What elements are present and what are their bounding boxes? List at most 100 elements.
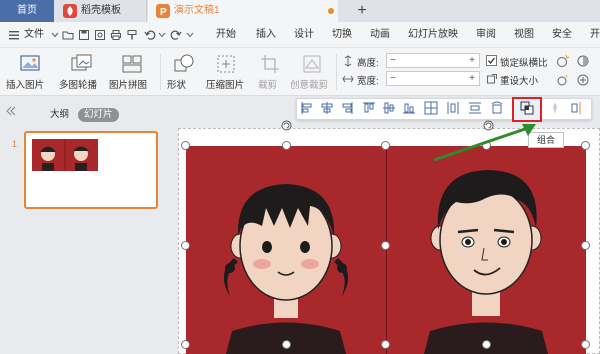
pointer-arrow-annotation [430,120,540,164]
menu-tab-start[interactable]: 开始 [216,22,236,48]
tab-document-label: 演示文稿1 [174,5,220,16]
resize-handle[interactable] [181,340,190,349]
crop-icon[interactable] [258,54,282,74]
effects-icon[interactable] [548,101,562,115]
menu-tab-animation[interactable]: 动画 [370,22,390,48]
tab-slides[interactable]: 幻灯片 [78,108,119,122]
resize-handle[interactable] [381,340,390,349]
lock-ratio-label: 锁定纵横比 [500,58,548,69]
collapse-panel-icon[interactable] [4,104,18,118]
contrast-icon[interactable] [576,73,590,87]
align-left-icon[interactable] [300,101,314,115]
menu-tab-design[interactable]: 设计 [294,22,314,48]
print-preview-icon[interactable] [94,29,106,41]
resize-handle[interactable] [581,241,590,250]
menu-tab-insert[interactable]: 插入 [256,22,276,48]
more-options-icon[interactable] [570,101,584,115]
group-icon[interactable] [520,101,534,115]
width-input[interactable]: − + [386,71,480,86]
width-label: 宽度: [357,76,379,87]
brightness-icon[interactable] [556,73,570,87]
resize-handle[interactable] [181,141,190,150]
resize-handle[interactable] [581,141,590,150]
file-menu[interactable]: 文件 [24,22,44,48]
slide-thumbnail[interactable] [24,131,158,209]
hamburger-menu-icon[interactable] [8,29,20,41]
menu-tab-transition[interactable]: 切换 [332,22,352,48]
align-middle-icon[interactable] [382,101,396,115]
undo-dropdown-chevron-icon[interactable] [156,29,168,41]
distribute-columns-icon[interactable] [446,101,460,115]
picture-effect-icon[interactable] [556,54,570,68]
resize-handle[interactable] [282,340,291,349]
reset-size-icon[interactable] [486,73,498,85]
compress-picture-icon[interactable] [214,54,238,74]
rotate-object-icon[interactable] [490,101,504,115]
align-bottom-icon[interactable] [402,101,416,115]
redo-icon[interactable] [170,29,182,41]
shape-icon[interactable] [172,54,196,74]
multi-carousel-icon[interactable] [70,54,94,74]
height-input[interactable]: − + [386,53,480,68]
multi-carousel-button[interactable]: 多图轮播 [59,77,97,91]
lock-ratio-checkbox[interactable] [486,55,497,66]
compress-picture-button[interactable]: 压缩图片 [206,77,244,91]
tab-outline[interactable]: 大纲 [44,108,75,122]
resize-handle[interactable] [181,241,190,250]
ribbon-divider [336,54,337,90]
girl-cartoon-picture[interactable] [186,146,386,354]
menu-tab-security[interactable]: 安全 [552,22,572,48]
insert-picture-button[interactable]: 插入图片 [6,77,44,91]
rotate-handle-icon[interactable] [281,120,292,131]
distribute-horizontal-icon[interactable] [424,101,438,115]
distribute-rows-icon[interactable] [468,101,482,115]
resize-handle[interactable] [482,340,491,349]
slide-number: 1 [12,139,18,149]
picture-collage-button[interactable]: 图片拼图 [109,77,147,91]
customize-quick-access-icon[interactable] [184,29,196,41]
shape-button[interactable]: 形状 [167,77,186,91]
resize-handle[interactable] [381,141,390,150]
print-icon[interactable] [110,29,122,41]
height-decrement-button[interactable]: − [390,54,396,67]
resize-handle[interactable] [282,141,291,150]
align-right-icon[interactable] [340,101,354,115]
height-label: 高度: [357,58,379,69]
menu-tab-view[interactable]: 视图 [514,22,534,48]
width-increment-button[interactable]: + [469,72,475,85]
height-icon [342,55,354,67]
height-increment-button[interactable]: + [469,54,475,67]
unsaved-indicator-icon [328,8,334,14]
folder-icon[interactable] [62,29,74,41]
picture-collage-icon[interactable] [120,54,144,74]
creative-crop-button[interactable]: 创意裁剪 [290,77,328,91]
resize-handle[interactable] [381,241,390,250]
width-icon [342,73,354,85]
menu-tab-review[interactable]: 审阅 [476,22,496,48]
menu-tab-slideshow[interactable]: 幻灯片放映 [408,22,458,48]
thumbnail-picture [32,139,98,171]
menu-tab-more[interactable]: 开 [590,22,600,48]
reset-size-button[interactable]: 重设大小 [500,73,538,87]
color-adjust-icon[interactable] [576,54,590,68]
ribbon-divider [160,54,161,90]
align-center-icon[interactable] [320,101,334,115]
align-top-icon[interactable] [362,101,376,115]
new-tab-button[interactable]: + [352,0,372,22]
format-painter-icon[interactable] [126,29,138,41]
width-decrement-button[interactable]: − [390,72,396,85]
svg-text:P: P [160,7,167,18]
tab-document[interactable]: 演示文稿1 [148,0,338,22]
tab-template-label: 稻壳模板 [81,5,121,16]
boy-cartoon-picture[interactable] [386,146,586,354]
daoke-logo-icon [63,4,77,18]
insert-picture-icon[interactable] [18,54,42,74]
crop-button[interactable]: 裁剪 [258,77,277,91]
creative-crop-icon[interactable] [300,54,324,74]
tab-home[interactable]: 首页 [0,0,54,22]
undo-icon[interactable] [144,29,156,41]
chevron-down-icon[interactable] [49,29,61,41]
resize-handle[interactable] [581,340,590,349]
save-icon[interactable] [78,29,90,41]
picture-divider [386,146,387,354]
